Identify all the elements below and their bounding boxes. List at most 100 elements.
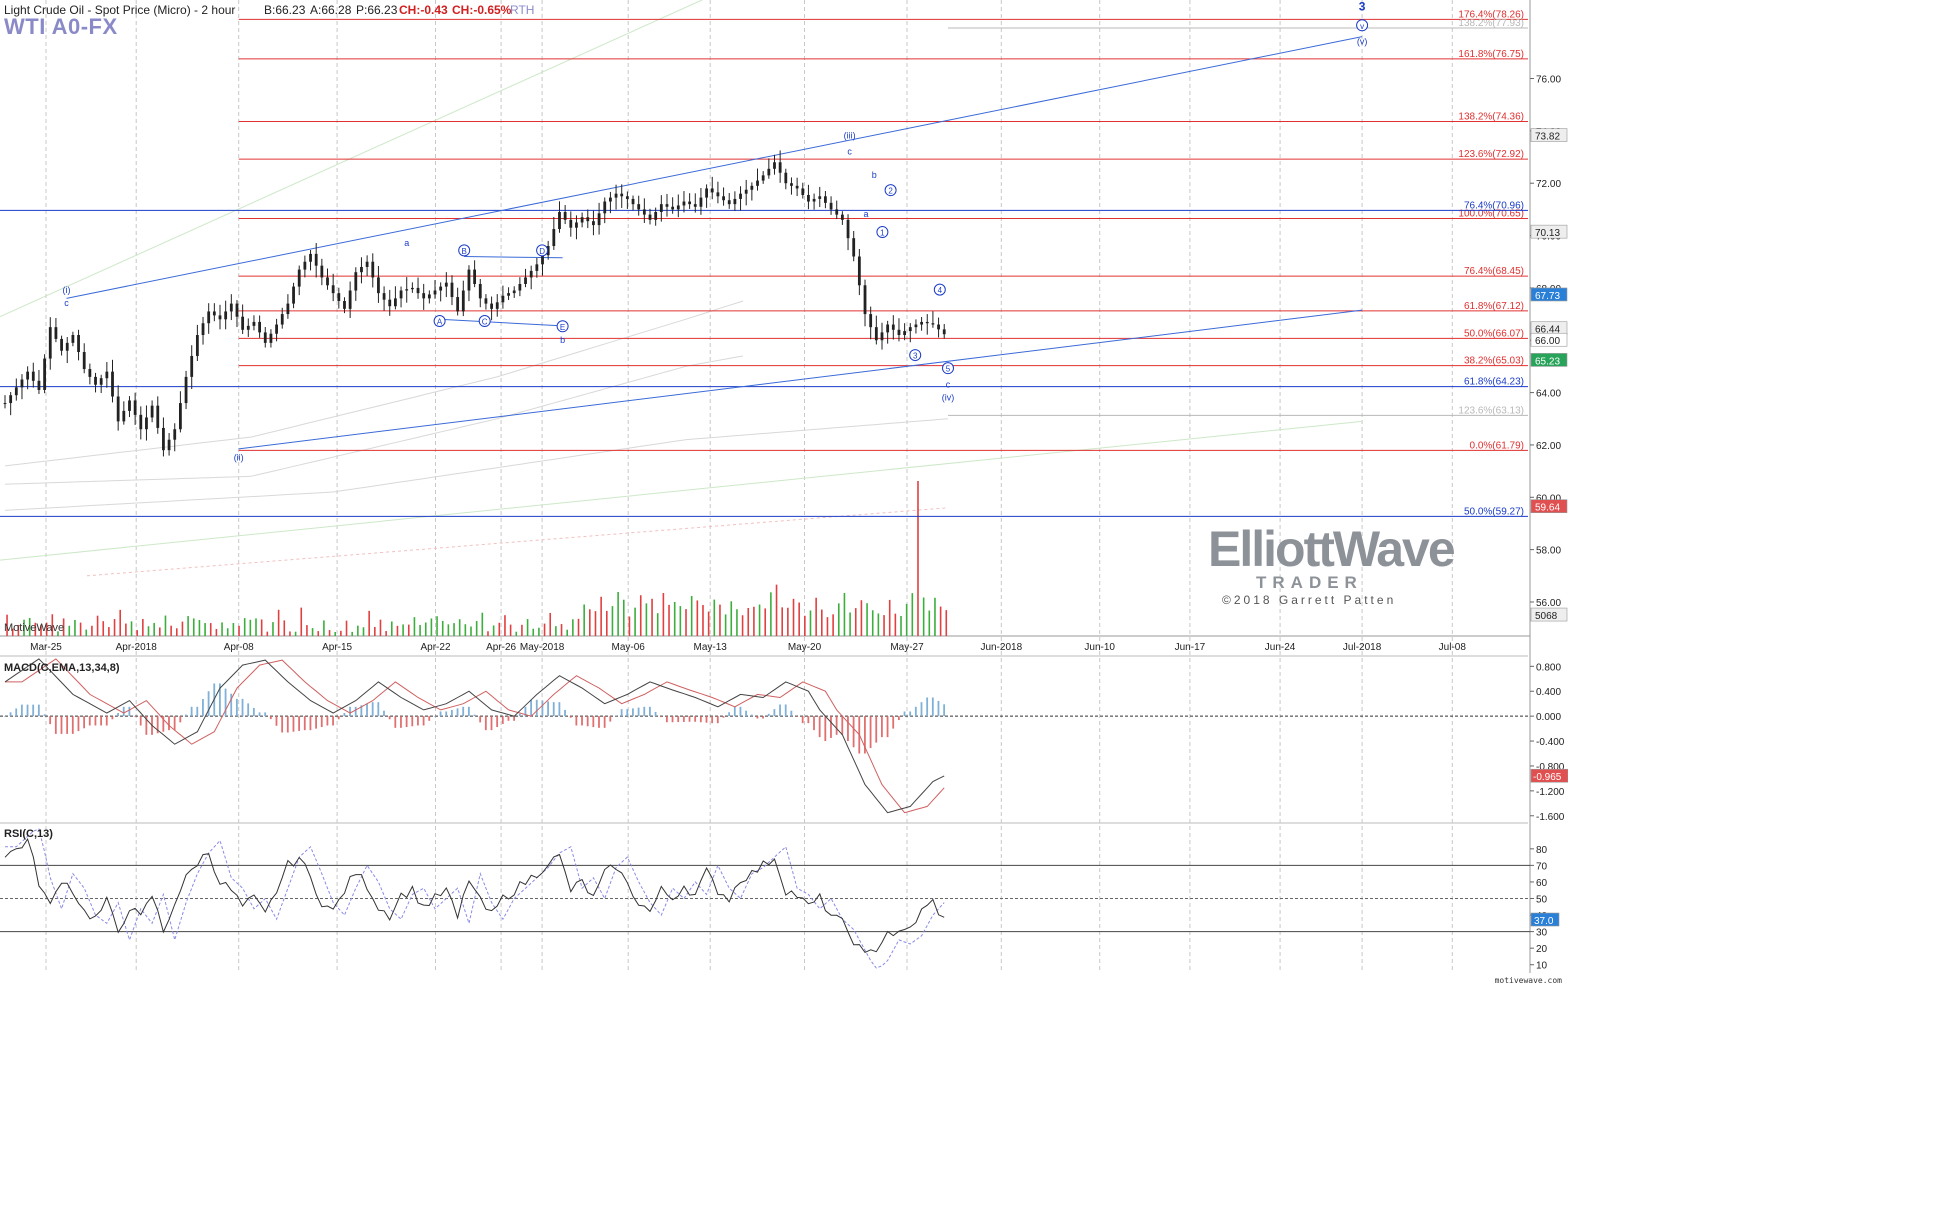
time-tick-label: Apr-2018 [116,642,158,653]
macd-histogram-bar [173,716,176,731]
macd-histogram-bar [592,716,595,728]
volume-bar [741,615,744,636]
volume-bar [238,625,240,636]
candle-body [167,439,171,451]
macd-histogram-bar [258,712,261,717]
candle-body [857,256,861,286]
candle-body [529,270,533,278]
macd-histogram-bar [20,704,23,717]
macd-histogram-bar [185,714,187,717]
volume-bar [108,627,110,636]
volume-bar [492,625,495,636]
candle-body [394,298,397,307]
macd-histogram-bar [603,716,606,728]
macd-histogram-bar [366,703,368,717]
candle-body [354,272,358,291]
macd-tick-label: 0.400 [1536,687,1561,698]
macd-histogram-bar [847,716,849,742]
volume-bar [934,597,936,636]
volume-bar [255,618,257,636]
candle-body [207,311,211,324]
macd-histogram-bar [473,714,476,717]
candle-body [699,197,703,207]
candle-body [303,261,307,270]
volume-bar [866,603,868,636]
macd-panel-title: MACD(C,EMA,13,34,8) [4,662,120,674]
candle-body [648,214,652,220]
volume-bar [306,625,308,636]
candle-body [592,221,595,226]
volume-bar [894,613,897,636]
macd-histogram-bar [207,691,210,717]
macd-tick-label: 0.000 [1536,712,1561,723]
volume-bar [787,607,789,636]
wave-label: (v) [1357,36,1368,46]
candle-body [925,321,929,324]
candle-body [478,283,482,299]
volume-bar [605,610,608,636]
macd-histogram-bar [269,716,272,720]
macd-histogram-bar [66,716,69,734]
macd-histogram-bar [581,716,583,726]
candle-body [326,277,329,286]
wave-label: a [404,238,409,248]
volume-bar [153,622,155,636]
volume-bar [136,630,138,636]
macd-histogram-bar [926,697,929,717]
candle-body [852,238,856,257]
candle-body [886,324,890,333]
volume-bar [209,623,212,636]
candle-body [580,217,584,223]
macd-histogram-bar [196,706,199,717]
macd-histogram-bar [796,716,798,717]
volume-bar [622,599,625,636]
fib-level-label: 123.6%(72.92) [1458,149,1524,160]
macd-histogram-bar [405,716,408,728]
volume-bar [198,619,201,636]
chart-area[interactable]: Mar-25 Apr-2018 Apr-08 Apr-15 Apr-22 Apr-26 Ma… [0,0,1569,985]
volume-bar [345,620,348,636]
candle-body [575,222,578,228]
rsi-tick-label: 70 [1536,861,1548,872]
macd-histogram-bar [247,703,250,717]
candle-body [43,358,47,390]
volume-bar [413,617,416,636]
macd-histogram-bar [615,715,617,717]
volume-bar [538,627,540,636]
volume-bar [781,607,783,636]
volume-bar [877,613,880,636]
volume-bar [707,611,710,636]
candle-body [586,217,590,222]
macd-histogram-bar [315,716,317,729]
volume-bar [792,598,795,636]
candle-body [116,396,120,422]
volume-bar [430,618,433,636]
time-tick-label: Jun-17 [1175,642,1206,653]
volume-bar [849,612,851,636]
volume-bar [368,610,370,636]
macd-histogram-bar [507,716,510,721]
volume-bar [928,610,931,636]
volume-bar [690,596,693,636]
price-badge-label: 65.23 [1535,356,1560,367]
volume-bar [170,625,172,636]
macd-histogram-bar [699,716,702,723]
candle-body [258,321,262,333]
bid-value: B:66.23 [264,3,306,17]
wave-label: A [437,318,443,327]
volume-bar [272,622,274,636]
volume-bar [685,609,687,636]
volume-bar [187,616,189,636]
wave-label: 5 [946,365,951,374]
macd-histogram-bar [835,716,838,735]
volume-bar [96,615,99,636]
volume-bar [396,625,399,636]
candle-body [201,323,205,336]
wave-label: C [482,318,488,327]
volume-bar [407,624,410,636]
price-value: P:66.23 [356,3,398,17]
candle-body [920,321,923,325]
volume-bar [668,604,670,636]
volume-bar [804,615,806,636]
macd-histogram-bar [501,716,504,724]
